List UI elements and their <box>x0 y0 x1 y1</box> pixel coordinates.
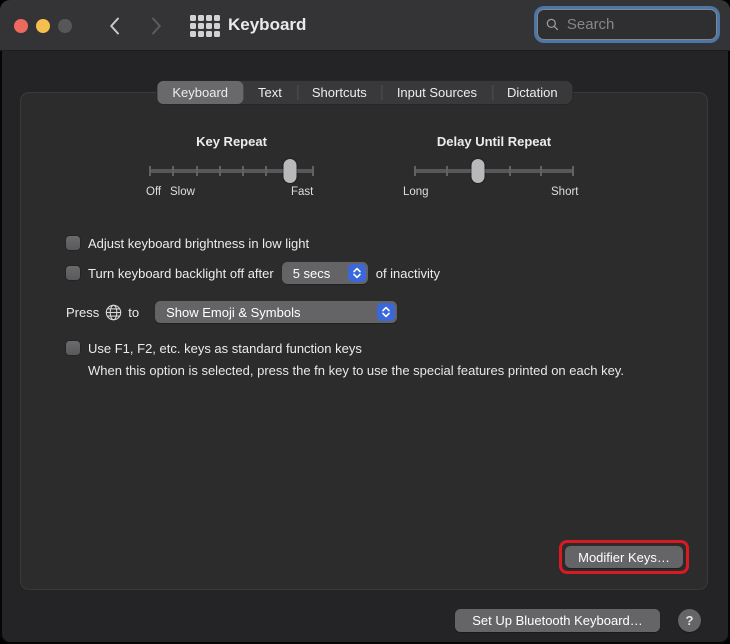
slider-tick <box>572 166 574 176</box>
tab-input-sources[interactable]: Input Sources <box>382 81 492 104</box>
help-button[interactable]: ? <box>678 609 701 632</box>
delay-long-label: Long <box>403 186 429 198</box>
slider-tick <box>312 166 314 176</box>
show-all-preferences-icon[interactable] <box>190 15 220 37</box>
backlight-duration-value: 5 secs <box>293 266 331 281</box>
modifier-keys-button[interactable]: Modifier Keys… <box>565 546 683 568</box>
slider-tick <box>219 166 221 176</box>
highlight-annotation: Modifier Keys… <box>559 540 689 574</box>
delay-until-repeat-slider[interactable] <box>415 159 573 183</box>
key-repeat-off-label: Off <box>146 186 161 198</box>
popup-stepper-icon <box>348 264 366 282</box>
back-button[interactable] <box>104 15 124 37</box>
globe-action-value: Show Emoji & Symbols <box>166 305 300 320</box>
delay-short-label: Short <box>551 186 579 198</box>
tab-dictation[interactable]: Dictation <box>492 81 573 104</box>
zoom-window-button[interactable] <box>58 19 72 33</box>
press-globe-row: Press to Show Emoji & Symbols <box>66 300 397 324</box>
forward-button[interactable] <box>146 15 166 37</box>
slider-tick <box>242 166 244 176</box>
key-repeat-slider-thumb[interactable] <box>283 159 296 183</box>
popup-stepper-icon <box>377 303 395 321</box>
backlight-off-suffix-label: of inactivity <box>376 266 440 281</box>
slider-tick <box>446 166 448 176</box>
tab-bar[interactable]: KeyboardTextShortcutsInput SourcesDictat… <box>157 81 572 104</box>
key-repeat-slider[interactable] <box>150 159 313 183</box>
slider-tick <box>509 166 511 176</box>
adjust-brightness-row: Adjust keyboard brightness in low light <box>66 231 309 255</box>
slider-tick <box>265 166 267 176</box>
delay-slider-thumb[interactable] <box>472 159 485 183</box>
backlight-off-row: Turn keyboard backlight off after 5 secs… <box>66 261 440 285</box>
close-window-button[interactable] <box>14 19 28 33</box>
adjust-brightness-label: Adjust keyboard brightness in low light <box>88 236 309 251</box>
key-repeat-slow-label: Slow <box>170 186 195 198</box>
key-repeat-title: Key Repeat <box>150 134 313 149</box>
search-field[interactable] <box>537 9 717 40</box>
tab-keyboard[interactable]: Keyboard <box>157 81 243 104</box>
system-preferences-keyboard-window: Keyboard KeyboardTextShortcutsInput Sour… <box>0 0 730 644</box>
backlight-off-label: Turn keyboard backlight off after <box>88 266 274 281</box>
backlight-off-checkbox[interactable] <box>66 266 80 280</box>
minimize-window-button[interactable] <box>36 19 50 33</box>
chevron-right-icon <box>151 17 162 35</box>
fn-keys-label: Use F1, F2, etc. keys as standard functi… <box>88 341 362 356</box>
toolbar: Keyboard <box>0 0 730 51</box>
search-icon <box>546 17 559 32</box>
adjust-brightness-checkbox[interactable] <box>66 236 80 250</box>
fn-keys-description: When this option is selected, press the … <box>88 362 688 379</box>
tab-shortcuts[interactable]: Shortcuts <box>297 81 382 104</box>
window-title: Keyboard <box>228 0 306 50</box>
fn-keys-row: Use F1, F2, etc. keys as standard functi… <box>66 336 362 360</box>
to-label: to <box>128 305 139 320</box>
slider-track <box>415 169 573 173</box>
globe-action-popup[interactable]: Show Emoji & Symbols <box>155 301 397 323</box>
slider-tick <box>196 166 198 176</box>
slider-tick <box>540 166 542 176</box>
delay-until-repeat-title: Delay Until Repeat <box>415 134 573 149</box>
setup-bluetooth-keyboard-button[interactable]: Set Up Bluetooth Keyboard… <box>455 609 660 632</box>
tab-text[interactable]: Text <box>243 81 297 104</box>
fn-keys-checkbox[interactable] <box>66 341 80 355</box>
chevron-left-icon <box>109 17 120 35</box>
search-input[interactable] <box>565 15 708 34</box>
slider-tick <box>172 166 174 176</box>
slider-tick <box>414 166 416 176</box>
globe-icon <box>105 304 122 321</box>
slider-tick <box>149 166 151 176</box>
key-repeat-fast-label: Fast <box>291 186 313 198</box>
press-label: Press <box>66 305 99 320</box>
backlight-duration-popup[interactable]: 5 secs <box>282 262 368 284</box>
